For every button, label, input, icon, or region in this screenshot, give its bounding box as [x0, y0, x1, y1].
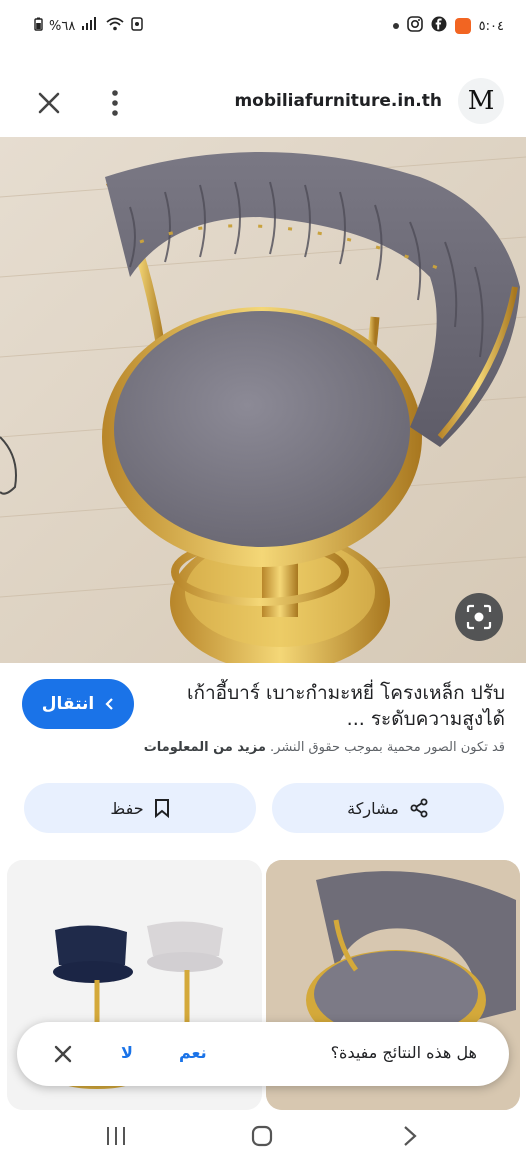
signal-icon: [81, 17, 99, 35]
result-title-line1: เก้าอี้บาร์ เบาะกำมะหยี่ โครงเหล็ก ปรับ: [186, 682, 505, 704]
feedback-no-button[interactable]: لا: [121, 1043, 133, 1062]
bar-stool-illustration: [0, 137, 526, 663]
system-nav-bar: [0, 1110, 526, 1169]
recent-apps-icon: [107, 1127, 125, 1145]
close-icon: [38, 92, 60, 114]
lens-icon: [466, 604, 492, 630]
chevron-right-icon: [404, 1126, 417, 1146]
battery-percent: %٦٨: [49, 18, 76, 34]
feedback-close-button[interactable]: [54, 1045, 72, 1063]
close-button[interactable]: [34, 88, 64, 118]
copyright-notice: قد تكون الصور محمية بموجب حقوق النشر. مز…: [20, 740, 505, 755]
more-info-link[interactable]: مزيد من المعلومات: [144, 740, 266, 755]
wifi-icon: [105, 17, 125, 35]
home-icon: [251, 1125, 273, 1147]
clock: ٥:٠٤: [478, 18, 504, 34]
dot-icon: [392, 23, 399, 29]
feedback-yes-button[interactable]: نعم: [179, 1043, 207, 1062]
close-icon: [54, 1045, 72, 1063]
status-bar: %٦٨ ٥:٠٤: [0, 0, 526, 50]
save-button[interactable]: حفظ: [24, 783, 256, 833]
notification-icon: [131, 17, 144, 35]
site-logo[interactable]: M: [458, 78, 504, 124]
more-vert-icon: [112, 90, 118, 116]
result-title-line2: ระดับความสูงได้ ...: [346, 708, 505, 730]
site-name[interactable]: mobiliafurniture.in.th: [234, 91, 442, 111]
product-image[interactable]: [0, 137, 526, 663]
chevron-left-icon: [105, 698, 114, 710]
battery-icon: [34, 17, 43, 35]
feedback-card: هل هذه النتائج مفيدة؟ نعم لا: [17, 1022, 509, 1086]
instagram-icon: [406, 16, 423, 36]
feedback-question: هل هذه النتائج مفيدة؟: [330, 1043, 477, 1062]
top-bar: mobiliafurniture.in.th M: [0, 66, 526, 136]
more-options-button[interactable]: [108, 86, 122, 120]
back-button[interactable]: [400, 1124, 420, 1152]
lens-button[interactable]: [455, 593, 503, 641]
visit-button[interactable]: انتقال: [22, 679, 134, 729]
app-icon: [454, 18, 471, 34]
save-label: حفظ: [110, 798, 144, 818]
status-left: %٦٨: [34, 17, 144, 35]
home-button[interactable]: [250, 1124, 274, 1152]
result-title[interactable]: เก้าอี้บาร์ เบาะกำมะหยี่ โครงเหล็ก ปรับ …: [150, 680, 505, 732]
share-icon: [410, 798, 428, 818]
share-label: مشاركة: [347, 798, 399, 818]
share-button[interactable]: مشاركة: [272, 783, 504, 833]
facebook-icon: [431, 16, 447, 36]
visit-label: انتقال: [41, 694, 95, 714]
bookmark-icon: [154, 799, 169, 818]
status-right: ٥:٠٤: [392, 16, 504, 36]
copyright-text: قد تكون الصور محمية بموجب حقوق النشر.: [270, 740, 505, 755]
recent-apps-button[interactable]: [104, 1124, 128, 1152]
